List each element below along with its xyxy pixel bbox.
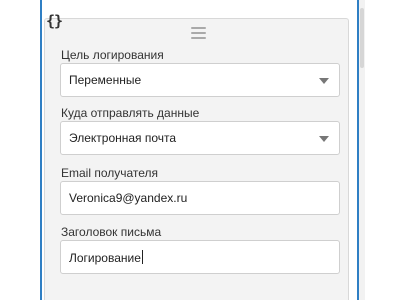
recipient-email-field[interactable]: Veronica9@yandex.ru (60, 181, 340, 215)
left-border-line (40, 0, 42, 300)
drag-handle-icon[interactable] (191, 27, 206, 39)
chevron-down-icon (319, 78, 329, 84)
logging-target-value: Переменные (69, 73, 142, 87)
scrollbar-thumb[interactable] (360, 8, 364, 68)
text-cursor (141, 250, 143, 264)
recipient-email-value: Veronica9@yandex.ru (69, 191, 188, 205)
code-braces-icon: {} (46, 12, 63, 30)
email-subject-field[interactable]: Логирование (60, 240, 340, 274)
send-data-to-label: Куда отправлять данные (61, 106, 200, 120)
recipient-email-label: Email получателя (61, 166, 159, 180)
send-data-to-select[interactable]: Электронная почта (60, 121, 340, 155)
logging-target-label: Цель логирования (61, 48, 164, 62)
send-data-to-value: Электронная почта (69, 131, 177, 145)
chevron-down-icon (319, 136, 329, 142)
email-subject-label: Заголовок письма (61, 225, 162, 239)
logging-target-select[interactable]: Переменные (60, 63, 340, 97)
email-subject-value: Логирование (69, 251, 141, 265)
